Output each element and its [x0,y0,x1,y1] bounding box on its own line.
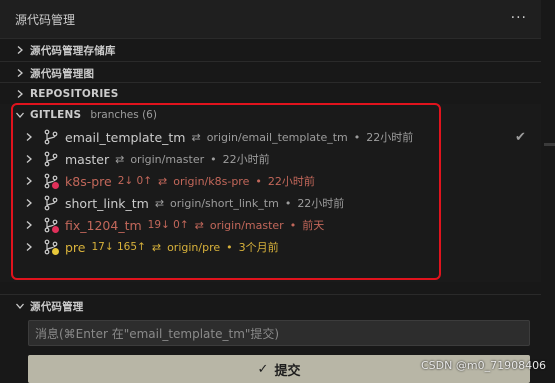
chevron-right-icon [15,68,25,78]
view-title: 源代码管理 [15,12,76,27]
commit-message-input[interactable]: 消息(⌘Enter 在"email_template_tm"提交) [28,320,530,346]
scrollbar-thumb[interactable] [544,143,555,146]
more-actions-icon[interactable]: ··· [511,10,527,26]
chevron-down-icon [15,301,25,311]
check-icon: ✓ [257,361,269,377]
section-scm[interactable]: 源代码管理 [0,294,541,317]
section-repositories[interactable]: REPOSITORIES [0,82,541,105]
chevron-right-icon [15,45,25,55]
current-branch-check-icon: ✔ [515,129,526,145]
section-label: 源代码管理 [30,300,84,313]
view-header: 源代码管理 ··· [0,0,541,38]
section-repos-store[interactable]: 源代码管理存储库 [0,38,541,61]
watermark: CSDN @m0_71908406 [421,359,547,372]
commit-button-label: 提交 [274,363,301,379]
highlight-box [11,103,441,280]
commit-message-placeholder: 消息(⌘Enter 在"email_template_tm"提交) [35,326,280,341]
section-label: 源代码管理存储库 [30,44,116,57]
section-label: 源代码管理图 [30,67,95,80]
chevron-right-icon [15,89,25,99]
section-graph[interactable]: 源代码管理图 [0,61,541,84]
scrollbar-track [541,0,555,379]
section-label: REPOSITORIES [30,88,119,100]
